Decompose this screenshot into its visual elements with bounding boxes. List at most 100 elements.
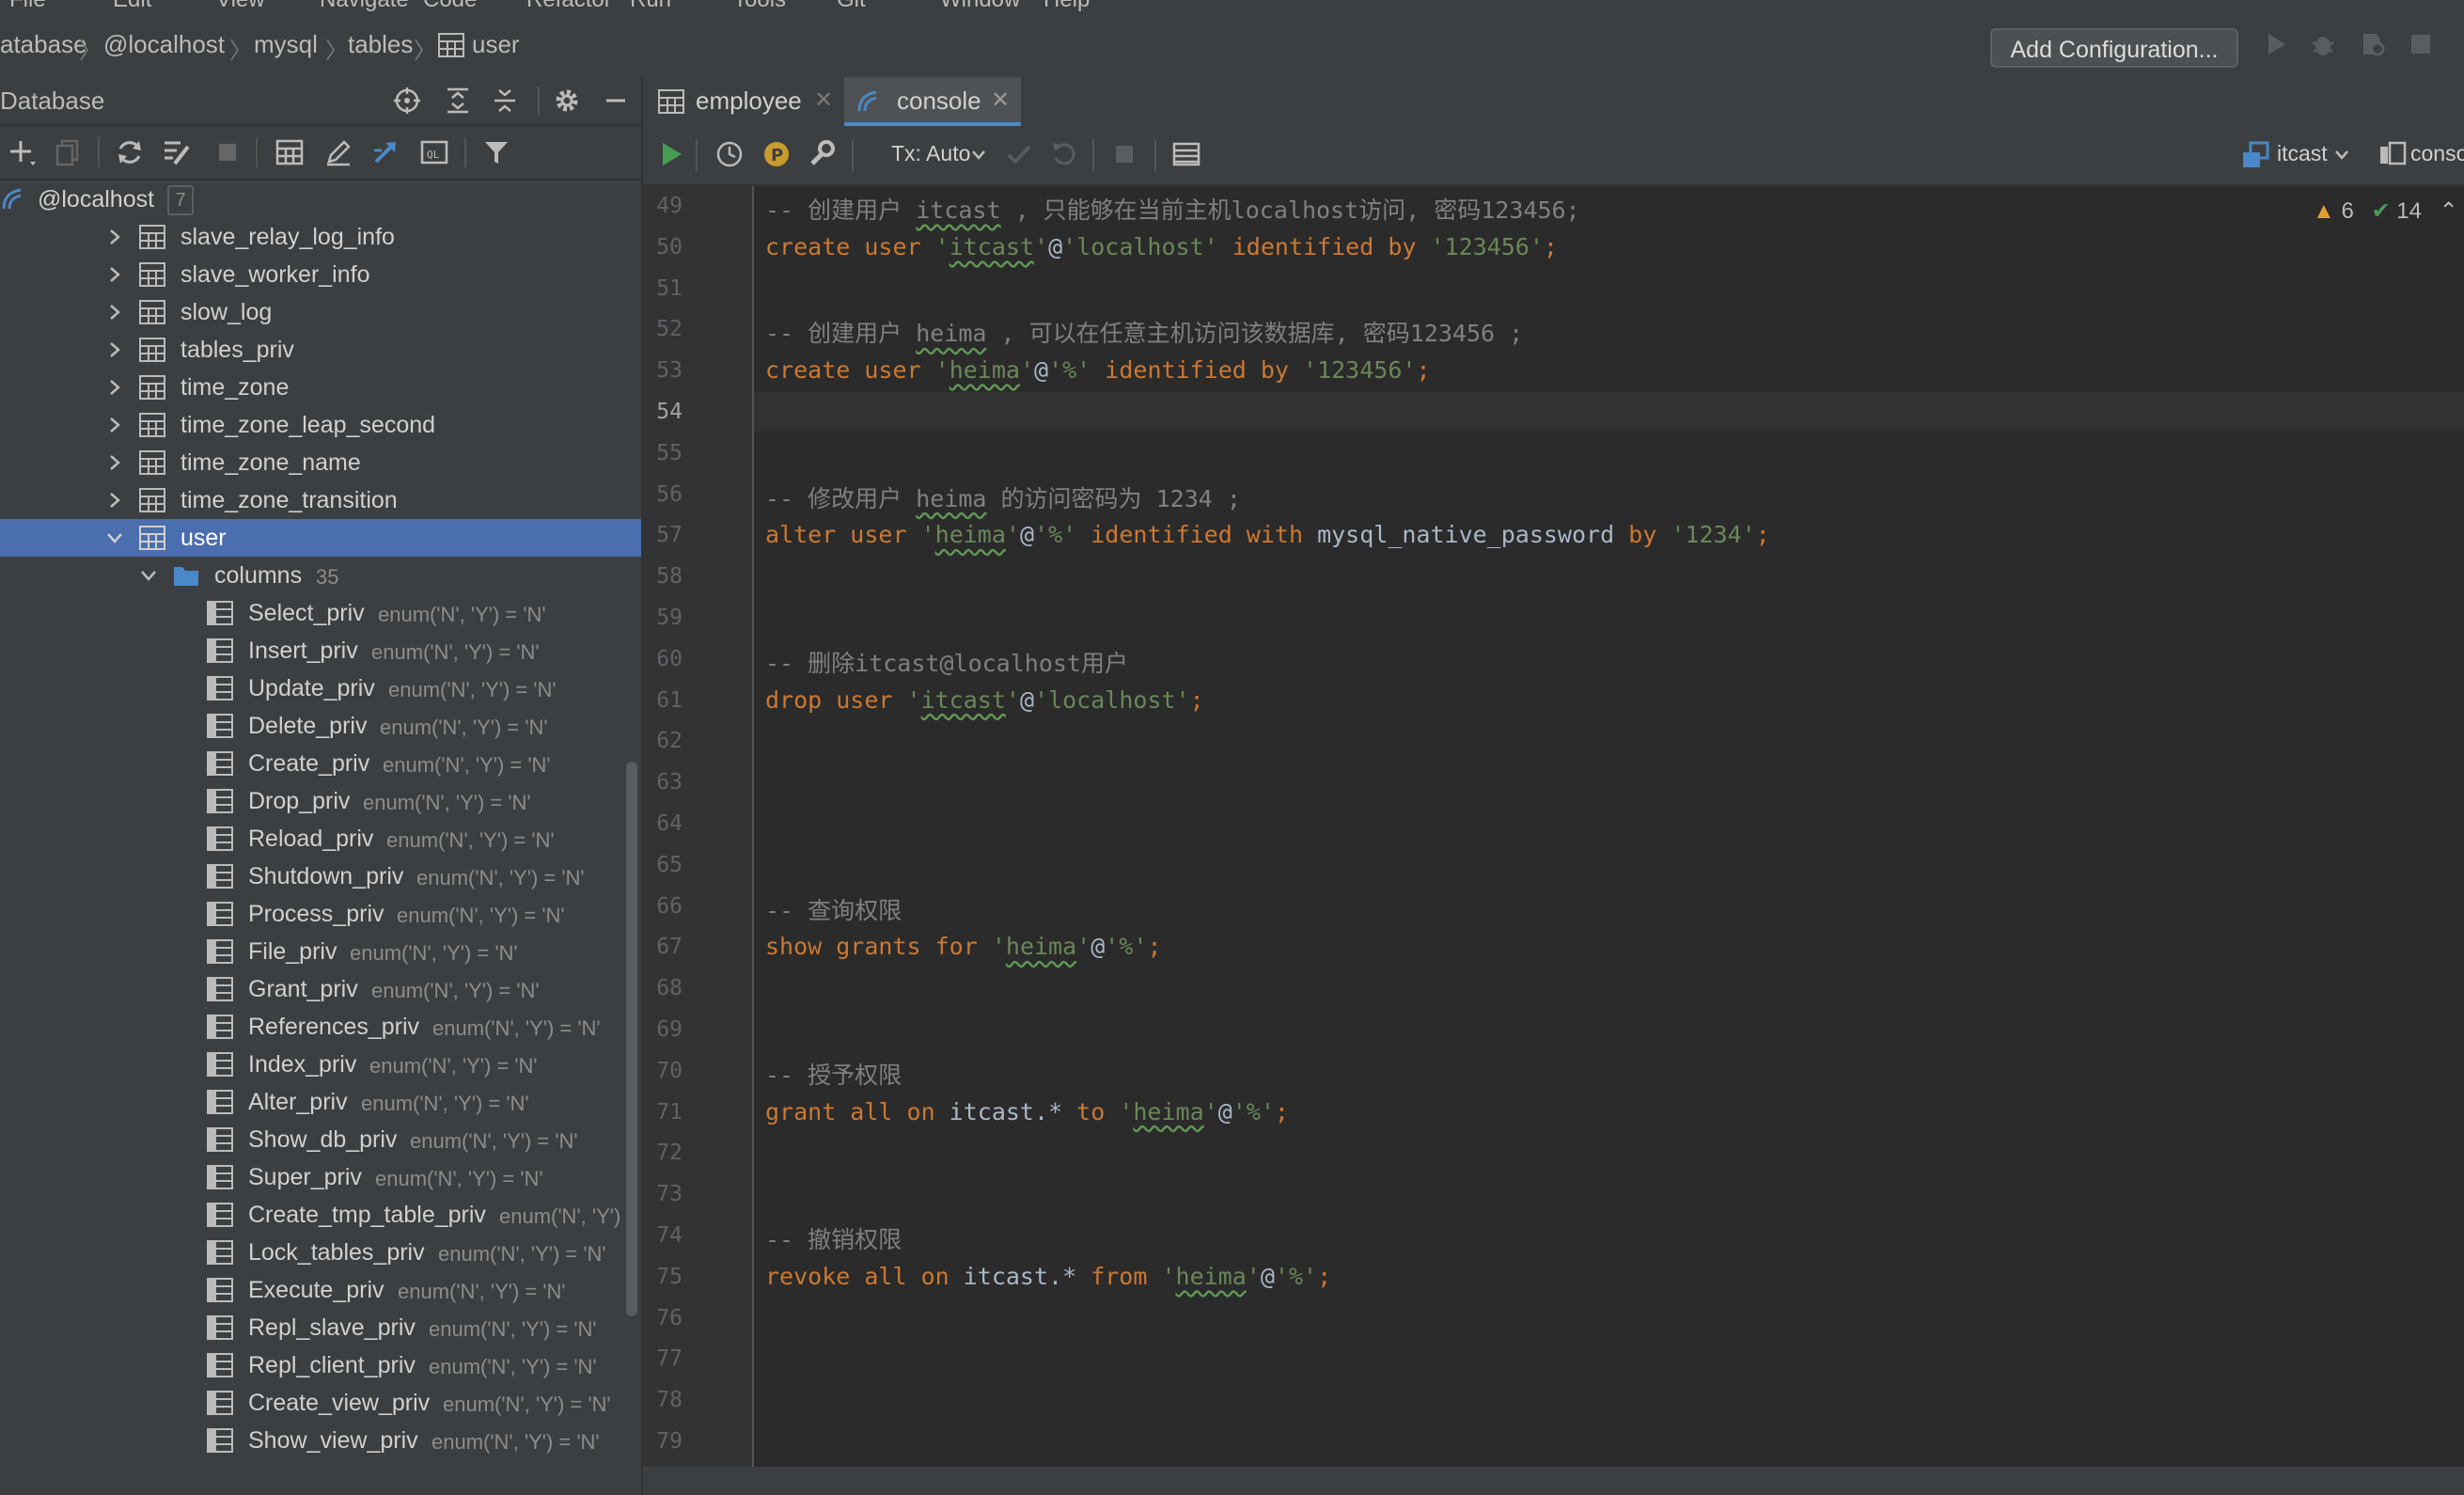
tree-column-item[interactable]: Select_priv enum('N', 'Y') = 'N' bbox=[0, 594, 641, 632]
sql-editor[interactable]: 49 -- 创建用户 itcast , 只能够在当前主机localhost访问, … bbox=[643, 186, 2464, 1467]
tab-console[interactable]: console ✕ bbox=[844, 77, 1021, 126]
filter-icon[interactable] bbox=[481, 137, 511, 167]
code-line[interactable]: -- 创建用户 itcast , 只能够在当前主机localhost访问, 密码… bbox=[765, 192, 1580, 226]
menu-item[interactable]: Git bbox=[837, 0, 866, 13]
schema-icon[interactable] bbox=[162, 137, 192, 167]
stop-icon[interactable] bbox=[2407, 30, 2435, 58]
code-line[interactable]: -- 删除itcast@localhost用户 bbox=[765, 645, 1128, 679]
menu-item[interactable]: Code bbox=[423, 0, 477, 13]
run-icon[interactable] bbox=[2262, 30, 2290, 58]
jump-icon[interactable] bbox=[370, 137, 400, 167]
chevron-right-icon[interactable] bbox=[103, 226, 126, 248]
tree-table-item[interactable]: time_zone_name bbox=[0, 444, 641, 481]
tree-column-item[interactable]: Execute_priv enum('N', 'Y') = 'N' bbox=[0, 1271, 641, 1309]
tree-column-item[interactable]: Show_view_priv enum('N', 'Y') = 'N' bbox=[0, 1422, 641, 1459]
menu-item[interactable]: File bbox=[9, 0, 46, 13]
code-line[interactable]: -- 查询权限 bbox=[765, 892, 902, 926]
tree-column-item[interactable]: Process_priv enum('N', 'Y') = 'N' bbox=[0, 895, 641, 933]
breadcrumb-mysql[interactable]: mysql bbox=[254, 30, 318, 59]
menu-item[interactable]: Run bbox=[630, 0, 671, 13]
close-icon[interactable]: ✕ bbox=[814, 87, 833, 114]
code-line[interactable]: revoke all on itcast.* from 'heima'@'%'; bbox=[765, 1263, 1331, 1290]
chevron-right-icon[interactable] bbox=[103, 263, 126, 286]
rollback-icon[interactable] bbox=[1049, 139, 1079, 169]
menu-item[interactable]: Tools bbox=[733, 0, 786, 13]
menu-item[interactable]: Navigate bbox=[320, 0, 409, 13]
inspection-widget[interactable]: ▲ 6 ✔ 14 ⌃ bbox=[2313, 197, 2458, 225]
tree-column-item[interactable]: Show_db_priv enum('N', 'Y') = 'N' bbox=[0, 1121, 641, 1158]
tree-column-item[interactable]: Delete_priv enum('N', 'Y') = 'N' bbox=[0, 707, 641, 745]
results-icon[interactable] bbox=[1171, 139, 1201, 169]
coverage-icon[interactable] bbox=[2358, 30, 2386, 58]
code-line[interactable]: alter user 'heima'@'%' identified with m… bbox=[765, 521, 1770, 548]
tree-column-item[interactable]: Insert_priv enum('N', 'Y') = 'N' bbox=[0, 632, 641, 669]
tree-column-item[interactable]: Repl_client_priv enum('N', 'Y') = 'N' bbox=[0, 1346, 641, 1384]
chevron-up-icon[interactable]: ⌃ bbox=[2440, 198, 2458, 224]
commit-icon[interactable] bbox=[1004, 139, 1034, 169]
code-line[interactable]: -- 创建用户 heima , 可以在任意主机访问该数据库, 密码123456 … bbox=[765, 315, 1523, 349]
edit-icon[interactable] bbox=[323, 137, 353, 167]
tree-table-item[interactable]: time_zone_leap_second bbox=[0, 406, 641, 444]
transaction-mode-select[interactable]: Tx: Auto bbox=[891, 141, 970, 166]
tree-table-item[interactable]: tables_priv bbox=[0, 331, 641, 369]
menu-item[interactable]: Help bbox=[1044, 0, 1090, 13]
chevron-down-icon[interactable] bbox=[137, 564, 160, 587]
code-line[interactable]: create user 'heima'@'%' identified by '1… bbox=[765, 356, 1431, 384]
stop-icon[interactable] bbox=[212, 137, 243, 167]
collapse-all-icon[interactable] bbox=[491, 87, 519, 115]
console-icon[interactable]: QL bbox=[419, 137, 449, 167]
tree-column-item[interactable]: Grant_priv enum('N', 'Y') = 'N' bbox=[0, 970, 641, 1008]
minimize-icon[interactable] bbox=[602, 87, 630, 115]
code-line[interactable]: -- 授予权限 bbox=[765, 1057, 902, 1091]
debug-icon[interactable] bbox=[2309, 30, 2337, 58]
tree-table-item[interactable]: time_zone_transition bbox=[0, 481, 641, 519]
chevron-right-icon[interactable] bbox=[103, 414, 126, 436]
datasource-select[interactable]: itcast bbox=[2277, 141, 2328, 166]
tree-folder-columns[interactable]: columns 35 bbox=[0, 557, 641, 594]
add-icon[interactable] bbox=[8, 137, 38, 167]
code-line[interactable]: -- 修改用户 heima 的访问密码为 1234 ; bbox=[765, 480, 1241, 514]
history-icon[interactable] bbox=[714, 139, 745, 169]
code-line[interactable]: grant all on itcast.* to 'heima'@'%'; bbox=[765, 1098, 1289, 1125]
tree-root-localhost[interactable]: @localhost 7 bbox=[0, 181, 641, 218]
code-line[interactable]: create user 'itcast'@'localhost' identif… bbox=[765, 233, 1558, 260]
tree-column-item[interactable]: References_priv enum('N', 'Y') = 'N' bbox=[0, 1008, 641, 1046]
table-view-icon[interactable] bbox=[275, 137, 305, 167]
breadcrumb-localhost[interactable]: @localhost bbox=[103, 30, 225, 59]
tree-column-item[interactable]: File_priv enum('N', 'Y') = 'N' bbox=[0, 933, 641, 970]
tree-column-item[interactable]: Create_priv enum('N', 'Y') = 'N' bbox=[0, 745, 641, 782]
tree-table-item[interactable]: slave_worker_info bbox=[0, 256, 641, 293]
code-line[interactable]: drop user 'itcast'@'localhost'; bbox=[765, 686, 1204, 714]
breadcrumb-user[interactable]: user bbox=[472, 30, 520, 59]
tab-employee[interactable]: employee ✕ bbox=[643, 77, 842, 126]
tree-column-item[interactable]: Reload_priv enum('N', 'Y') = 'N' bbox=[0, 820, 641, 858]
run-icon[interactable] bbox=[656, 139, 686, 169]
breadcrumb-database[interactable]: atabase bbox=[0, 30, 87, 59]
tree-column-item[interactable]: Index_priv enum('N', 'Y') = 'N' bbox=[0, 1046, 641, 1083]
code-line[interactable]: show grants for 'heima'@'%'; bbox=[765, 933, 1162, 960]
code-line[interactable]: -- 撤销权限 bbox=[765, 1221, 902, 1255]
settings-icon[interactable] bbox=[807, 139, 837, 169]
breadcrumb-tables[interactable]: tables bbox=[348, 30, 413, 59]
tree-column-item[interactable]: Shutdown_priv enum('N', 'Y') = 'N' bbox=[0, 858, 641, 895]
menu-item[interactable]: Edit bbox=[113, 0, 151, 13]
tree-column-item[interactable]: Repl_slave_priv enum('N', 'Y') = 'N' bbox=[0, 1309, 641, 1346]
tree-column-item[interactable]: Update_priv enum('N', 'Y') = 'N' bbox=[0, 669, 641, 707]
parameters-icon[interactable]: P bbox=[761, 139, 792, 169]
locate-icon[interactable] bbox=[393, 87, 421, 115]
chevron-right-icon[interactable] bbox=[103, 451, 126, 474]
chevron-right-icon[interactable] bbox=[103, 338, 126, 361]
tree-column-item[interactable]: Alter_priv enum('N', 'Y') = 'N' bbox=[0, 1083, 641, 1121]
close-icon[interactable]: ✕ bbox=[991, 87, 1010, 114]
tree-column-item[interactable]: Drop_priv enum('N', 'Y') = 'N' bbox=[0, 782, 641, 820]
chevron-down-icon[interactable] bbox=[970, 149, 987, 162]
tree-table-user[interactable]: user bbox=[0, 519, 641, 557]
tree-scrollbar[interactable] bbox=[626, 762, 637, 1316]
tree-column-item[interactable]: Create_view_priv enum('N', 'Y') = 'N' bbox=[0, 1384, 641, 1422]
tree-column-item[interactable]: Super_priv enum('N', 'Y') = 'N' bbox=[0, 1158, 641, 1196]
add-configuration-button[interactable]: Add Configuration... bbox=[1990, 28, 2238, 68]
chevron-right-icon[interactable] bbox=[103, 376, 126, 399]
copy-icon[interactable] bbox=[53, 137, 83, 167]
tree-table-item[interactable]: slave_relay_log_info bbox=[0, 218, 641, 256]
session-select[interactable]: conso bbox=[2410, 141, 2464, 166]
